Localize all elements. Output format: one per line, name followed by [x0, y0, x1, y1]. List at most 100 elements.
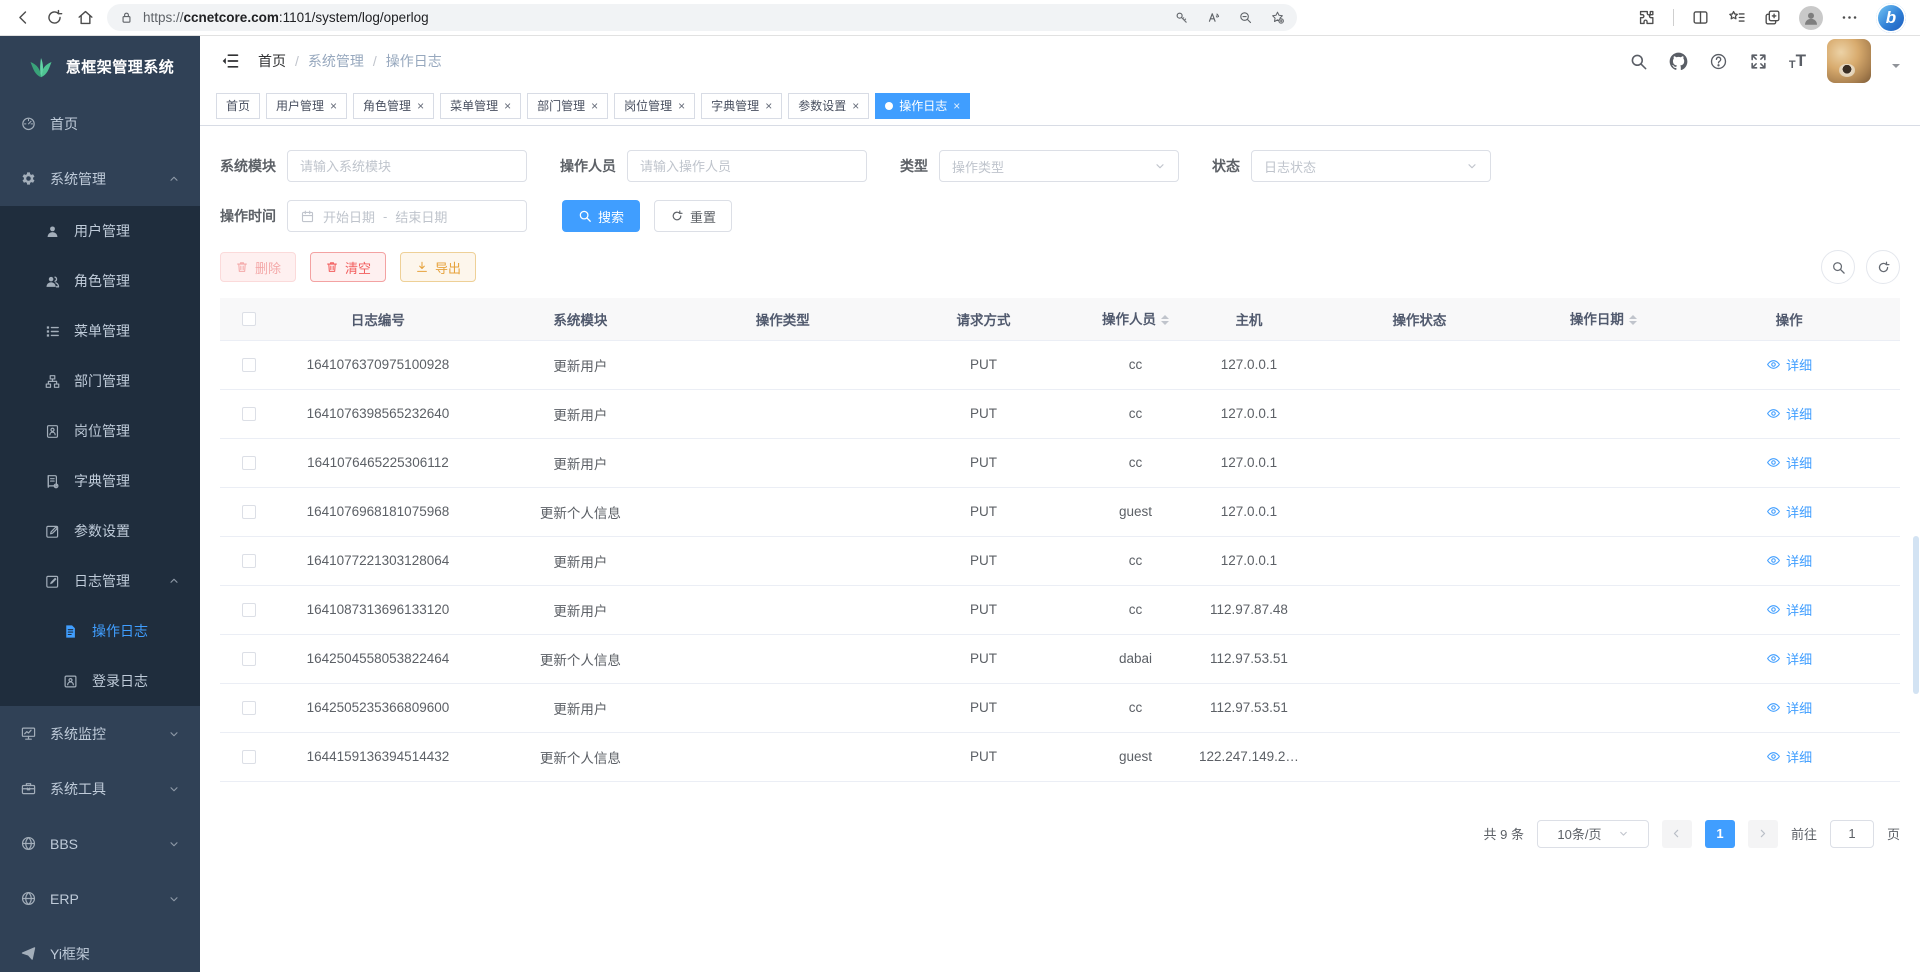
address-bar[interactable]: https://ccnetcore.com:1101/system/log/op… [107, 4, 1297, 31]
lock-icon[interactable] [119, 10, 134, 25]
extensions-icon[interactable] [1637, 8, 1656, 27]
row-checkbox[interactable] [242, 407, 256, 421]
search-button[interactable]: 搜索 [562, 200, 640, 232]
detail-link[interactable]: 详细 [1766, 698, 1812, 717]
next-page-button[interactable] [1748, 820, 1778, 848]
detail-link[interactable]: 详细 [1766, 404, 1812, 423]
reset-button[interactable]: 重置 [654, 200, 732, 232]
module-input[interactable] [287, 150, 527, 182]
sidebar-item-gear-1[interactable]: 系统管理 [0, 151, 200, 206]
show-search-toggle-button[interactable] [1821, 250, 1855, 284]
column-header-5[interactable]: 操作人员 [1083, 298, 1187, 340]
home-icon[interactable] [76, 8, 95, 27]
tab-2[interactable]: 角色管理× [353, 93, 434, 119]
sidebar-item-globe-15[interactable]: ERP [0, 871, 200, 926]
goto-page-input[interactable] [1830, 820, 1874, 848]
row-checkbox[interactable] [242, 701, 256, 715]
detail-link[interactable]: 详细 [1766, 453, 1812, 472]
sidebar-item-doc-file-10[interactable]: 操作日志 [0, 606, 200, 656]
tab-1[interactable]: 用户管理× [266, 93, 347, 119]
row-checkbox[interactable] [242, 505, 256, 519]
breadcrumb-home[interactable]: 首页 [258, 51, 286, 71]
password-key-icon[interactable] [1174, 10, 1189, 25]
sidebar-item-send-16[interactable]: Yi框架 [0, 926, 200, 972]
close-icon[interactable]: × [504, 100, 511, 112]
sidebar-item-globe-14[interactable]: BBS [0, 816, 200, 871]
breadcrumb-system[interactable]: 系统管理 [308, 51, 364, 71]
fullscreen-icon[interactable] [1749, 52, 1768, 71]
current-page-button[interactable]: 1 [1705, 820, 1735, 848]
detail-link[interactable]: 详细 [1766, 551, 1812, 570]
font-size-icon[interactable]: TT [1789, 51, 1806, 71]
tab-7[interactable]: 参数设置× [788, 93, 869, 119]
close-icon[interactable]: × [852, 100, 859, 112]
split-screen-icon[interactable] [1691, 8, 1710, 27]
close-icon[interactable]: × [678, 100, 685, 112]
detail-link[interactable]: 详细 [1766, 649, 1812, 668]
read-aloud-icon[interactable] [1206, 10, 1221, 25]
user-avatar[interactable] [1827, 39, 1871, 83]
favorites-bar-icon[interactable] [1727, 8, 1746, 27]
sidebar-item-dashboard-0[interactable]: 首页 [0, 96, 200, 151]
detail-link[interactable]: 详细 [1766, 355, 1812, 374]
add-favorite-icon[interactable] [1270, 10, 1285, 25]
tab-8[interactable]: 操作日志× [875, 93, 970, 119]
detail-link[interactable]: 详细 [1766, 600, 1812, 619]
operator-input[interactable] [627, 150, 867, 182]
sidebar-collapse-icon[interactable] [220, 51, 240, 71]
help-icon[interactable] [1709, 52, 1728, 71]
clear-button[interactable]: 清空 [310, 252, 386, 282]
close-icon[interactable]: × [591, 100, 598, 112]
status-select[interactable]: 日志状态 [1251, 150, 1491, 182]
sort-caret-icon[interactable] [1629, 311, 1637, 329]
zoom-out-icon[interactable] [1238, 10, 1253, 25]
header-search-icon[interactable] [1629, 52, 1648, 71]
delete-button[interactable]: 删除 [220, 252, 296, 282]
sidebar-item-users-3[interactable]: 角色管理 [0, 256, 200, 306]
row-checkbox[interactable] [242, 750, 256, 764]
browser-menu-dots-icon[interactable] [1840, 8, 1859, 27]
github-icon[interactable] [1669, 52, 1688, 71]
row-checkbox[interactable] [242, 456, 256, 470]
type-select[interactable]: 操作类型 [939, 150, 1179, 182]
tab-3[interactable]: 菜单管理× [440, 93, 521, 119]
bing-copilot-icon[interactable]: b [1876, 3, 1906, 33]
detail-link[interactable]: 详细 [1766, 502, 1812, 521]
browser-profile-avatar[interactable] [1799, 6, 1823, 30]
export-button[interactable]: 导出 [400, 252, 476, 282]
sidebar-item-log-edit-9[interactable]: 日志管理 [0, 556, 200, 606]
scrollbar-thumb[interactable] [1913, 536, 1919, 694]
sidebar-item-edit-square-8[interactable]: 参数设置 [0, 506, 200, 556]
refresh-table-button[interactable] [1866, 250, 1900, 284]
sidebar-item-org-chart-5[interactable]: 部门管理 [0, 356, 200, 406]
sidebar-item-id-badge-6[interactable]: 岗位管理 [0, 406, 200, 456]
page-size-select[interactable]: 10条/页 [1537, 820, 1649, 848]
collections-icon[interactable] [1763, 8, 1782, 27]
row-checkbox[interactable] [242, 554, 256, 568]
sidebar-item-book-7[interactable]: 字典管理 [0, 456, 200, 506]
detail-link[interactable]: 详细 [1766, 747, 1812, 766]
row-checkbox[interactable] [242, 358, 256, 372]
avatar-caret-icon[interactable] [1892, 64, 1900, 72]
close-icon[interactable]: × [417, 100, 424, 112]
row-checkbox[interactable] [242, 603, 256, 617]
close-icon[interactable]: × [953, 100, 960, 112]
column-header-8[interactable]: 操作日期 [1529, 298, 1679, 340]
tab-0[interactable]: 首页 [216, 93, 260, 119]
sidebar-item-login-log-11[interactable]: 登录日志 [0, 656, 200, 706]
sidebar-item-monitor-12[interactable]: 系统监控 [0, 706, 200, 761]
prev-page-button[interactable] [1662, 820, 1692, 848]
close-icon[interactable]: × [330, 100, 337, 112]
refresh-icon[interactable] [45, 8, 64, 27]
sort-caret-icon[interactable] [1161, 311, 1169, 329]
back-icon[interactable] [14, 8, 33, 27]
select-all-checkbox[interactable] [242, 312, 256, 326]
tab-4[interactable]: 部门管理× [527, 93, 608, 119]
tab-5[interactable]: 岗位管理× [614, 93, 695, 119]
sidebar-item-user-2[interactable]: 用户管理 [0, 206, 200, 256]
daterange-picker[interactable]: 开始日期 - 结束日期 [287, 200, 527, 232]
close-icon[interactable]: × [765, 100, 772, 112]
row-checkbox[interactable] [242, 652, 256, 666]
sidebar-item-toolbox-13[interactable]: 系统工具 [0, 761, 200, 816]
tab-6[interactable]: 字典管理× [701, 93, 782, 119]
